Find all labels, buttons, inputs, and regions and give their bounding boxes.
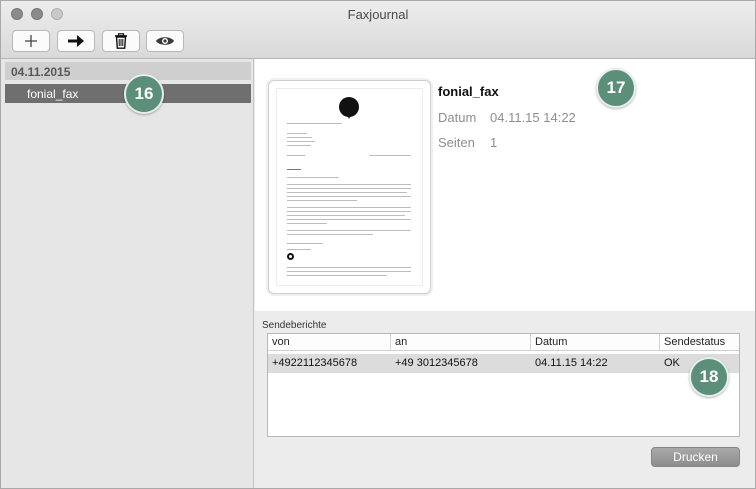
send-reports-label: Sendeberichte bbox=[262, 320, 327, 331]
pages-value: 1 bbox=[490, 135, 498, 150]
preview-button[interactable] bbox=[146, 30, 184, 52]
fax-page-preview bbox=[276, 88, 423, 286]
table-row[interactable]: +4922112345678 +49 3012345678 04.11.15 1… bbox=[268, 354, 739, 373]
fax-thumbnail[interactable] bbox=[268, 80, 431, 294]
date-value: 04.11.15 14:22 bbox=[490, 110, 576, 125]
cell-from: +4922112345678 bbox=[272, 357, 358, 369]
column-header-status[interactable]: Sendestatus bbox=[664, 336, 725, 348]
column-divider[interactable] bbox=[659, 334, 660, 351]
add-button[interactable] bbox=[12, 30, 50, 52]
fax-detail-panel: fonial_fax Datum 04.11.15 14:22 Seiten 1 bbox=[255, 59, 755, 311]
trash-icon bbox=[115, 33, 127, 49]
sidebar-group-date: 04.11.2015 bbox=[5, 62, 251, 80]
pages-label: Seiten bbox=[438, 135, 475, 150]
arrow-right-icon bbox=[68, 35, 84, 47]
column-header-from[interactable]: von bbox=[272, 336, 290, 348]
cell-status: OK bbox=[664, 357, 680, 369]
fax-logo-icon bbox=[339, 97, 359, 119]
delete-button[interactable] bbox=[102, 30, 140, 52]
eye-icon bbox=[156, 37, 174, 45]
table-header: von an Datum Sendestatus bbox=[268, 334, 739, 351]
window-title: Faxjournal bbox=[347, 7, 409, 22]
column-divider[interactable] bbox=[530, 334, 531, 351]
send-button[interactable] bbox=[57, 30, 95, 52]
fax-name: fonial_fax bbox=[438, 84, 499, 99]
app-window: Faxjournal 04.11.2015 fonial_fax fonial_… bbox=[0, 0, 756, 489]
callout-badge: 16 bbox=[124, 74, 164, 114]
cell-to: +49 3012345678 bbox=[395, 357, 478, 369]
callout-badge: 18 bbox=[689, 357, 729, 397]
sidebar: 04.11.2015 fonial_fax bbox=[1, 59, 254, 488]
fax-stamp-icon bbox=[287, 253, 294, 260]
cell-date: 04.11.15 14:22 bbox=[535, 357, 608, 369]
send-reports-table: von an Datum Sendestatus +4922112345678 … bbox=[267, 333, 740, 437]
column-header-to[interactable]: an bbox=[395, 336, 407, 348]
titlebar: Faxjournal bbox=[1, 1, 755, 59]
date-label: Datum bbox=[438, 110, 477, 125]
plus-icon bbox=[25, 35, 37, 47]
column-divider[interactable] bbox=[390, 334, 391, 351]
column-header-date[interactable]: Datum bbox=[535, 336, 567, 348]
print-button[interactable]: Drucken bbox=[651, 447, 740, 467]
callout-badge: 17 bbox=[596, 68, 636, 108]
